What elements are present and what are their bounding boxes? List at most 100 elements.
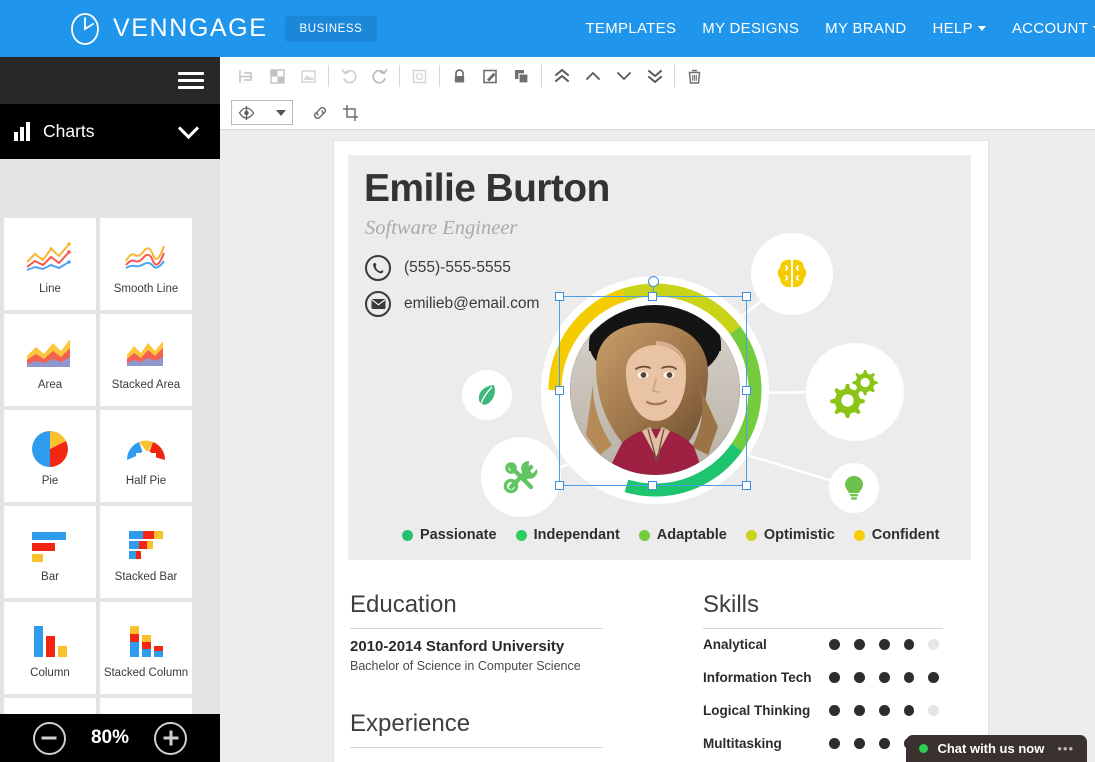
- sidebar-section-charts[interactable]: Charts: [0, 104, 220, 159]
- smooth-line-chart-icon: [122, 233, 170, 281]
- trait-confident[interactable]: Confident: [853, 527, 939, 543]
- pie-chart-icon: [30, 425, 70, 473]
- align-icon[interactable]: [231, 61, 262, 91]
- resume-job-title[interactable]: Software Engineer: [365, 217, 517, 240]
- education-entry-subtitle[interactable]: Bachelor of Science in Computer Science: [350, 659, 581, 673]
- envelope-circle-icon: [365, 291, 391, 317]
- chart-card-label: Stacked Column: [103, 667, 189, 679]
- node-brain[interactable]: [751, 233, 833, 315]
- bring-to-front-icon[interactable]: [546, 61, 577, 91]
- node-leaf[interactable]: [462, 370, 512, 420]
- education-heading[interactable]: Education: [350, 591, 457, 619]
- skill-dot: [854, 705, 865, 716]
- crop-icon[interactable]: [335, 98, 366, 128]
- nav-link-account[interactable]: ACCOUNT: [1012, 20, 1095, 37]
- ellipsis-icon[interactable]: •••: [1057, 741, 1074, 756]
- chart-card-pie[interactable]: Pie: [4, 410, 96, 502]
- skills-heading[interactable]: Skills: [703, 591, 759, 619]
- chart-card-label: Column: [30, 667, 70, 679]
- chart-card-smooth-line[interactable]: Smooth Line: [100, 218, 192, 310]
- skill-dot: [829, 639, 841, 650]
- phone-circle-icon: [365, 255, 391, 281]
- visibility-dropdown[interactable]: [231, 100, 293, 125]
- resize-handle-nw[interactable]: [555, 292, 564, 301]
- resize-handle-s[interactable]: [648, 481, 657, 490]
- chart-card-bar[interactable]: Bar: [4, 506, 96, 598]
- chart-type-grid: Line Smooth Line Area Stacked Area Pie H…: [0, 214, 220, 762]
- trash-icon[interactable]: [679, 61, 710, 91]
- chart-card-column[interactable]: Column: [4, 602, 96, 694]
- chat-widget[interactable]: Chat with us now •••: [906, 735, 1087, 762]
- rotate-handle[interactable]: [647, 276, 659, 287]
- chart-card-stacked-area[interactable]: Stacked Area: [100, 314, 192, 406]
- zoom-out-icon[interactable]: [32, 721, 66, 755]
- zoom-in-icon[interactable]: [154, 721, 188, 755]
- lock-icon[interactable]: [444, 61, 475, 91]
- skill-dot: [928, 705, 939, 716]
- skill-dot: [878, 738, 890, 749]
- trait-passionate[interactable]: Passionate: [402, 527, 497, 543]
- resize-handle-w[interactable]: [555, 386, 564, 395]
- skill-dot: [829, 738, 841, 749]
- experience-heading[interactable]: Experience: [350, 710, 470, 738]
- trait-optimistic[interactable]: Optimistic: [745, 527, 835, 543]
- edit-icon[interactable]: [475, 61, 506, 91]
- venngage-logo[interactable]: VENNGAGE: [68, 12, 268, 46]
- chart-card-half-pie[interactable]: Half Pie: [100, 410, 192, 502]
- design-workspace[interactable]: Emilie Burton Software Engineer (555)-55…: [220, 130, 1095, 762]
- contact-phone[interactable]: (555)-555-5555: [365, 255, 511, 281]
- undo-icon[interactable]: [333, 61, 364, 91]
- chevron-down-icon[interactable]: [177, 117, 200, 140]
- skill-row-analytical[interactable]: Analytical: [703, 628, 953, 661]
- skill-dot: [854, 738, 865, 749]
- node-lightbulb[interactable]: [829, 463, 879, 513]
- image-icon[interactable]: [293, 61, 324, 91]
- replace-image-icon[interactable]: [404, 61, 435, 91]
- link-icon[interactable]: [304, 98, 335, 128]
- node-tools[interactable]: [481, 437, 561, 517]
- left-sidebar: Charts Line Smooth Line Area Stacked Are…: [0, 57, 220, 762]
- redo-icon[interactable]: [364, 61, 395, 91]
- trait-dot: [402, 529, 413, 541]
- trait-independant[interactable]: Independant: [515, 527, 620, 543]
- resume-header-panel: Emilie Burton Software Engineer (555)-55…: [348, 155, 971, 560]
- send-to-back-icon[interactable]: [639, 61, 670, 91]
- resize-handle-sw[interactable]: [555, 481, 564, 490]
- skill-row-information-tech[interactable]: Information Tech: [703, 661, 953, 694]
- skill-dot: [829, 672, 841, 683]
- chart-card-label: Stacked Bar: [114, 571, 178, 583]
- nav-link-my-designs[interactable]: MY DESIGNS: [702, 20, 799, 37]
- bar-chart-icon: [14, 122, 30, 141]
- skill-dot: [829, 705, 841, 716]
- business-badge[interactable]: BUSINESS: [284, 15, 378, 42]
- contact-email[interactable]: emilieb@email.com: [365, 291, 539, 317]
- brain-icon: [777, 259, 807, 288]
- chart-card-stacked-bar[interactable]: Stacked Bar: [100, 506, 192, 598]
- skill-row-logical-thinking[interactable]: Logical Thinking: [703, 694, 953, 727]
- node-gears[interactable]: [806, 343, 904, 441]
- design-canvas[interactable]: Emilie Burton Software Engineer (555)-55…: [334, 141, 988, 762]
- chart-card-stacked-column[interactable]: Stacked Column: [100, 602, 192, 694]
- chart-card-line[interactable]: Line: [4, 218, 96, 310]
- send-backward-icon[interactable]: [608, 61, 639, 91]
- nav-link-help[interactable]: HELP: [932, 20, 986, 37]
- resize-handle-ne[interactable]: [742, 292, 751, 301]
- selection-box[interactable]: [555, 276, 751, 490]
- nav-link-templates[interactable]: TEMPLATES: [585, 20, 676, 37]
- education-entry-title[interactable]: 2010-2014 Stanford University: [350, 638, 564, 655]
- resume-name[interactable]: Emilie Burton: [364, 167, 610, 211]
- line-chart-icon: [23, 233, 77, 281]
- hamburger-icon[interactable]: [178, 68, 204, 93]
- crop-fill-icon[interactable]: [262, 61, 293, 91]
- resize-handle-n[interactable]: [648, 292, 657, 301]
- trait-adaptable[interactable]: Adaptable: [638, 527, 727, 543]
- bring-forward-icon[interactable]: [577, 61, 608, 91]
- stacked-area-chart-icon: [122, 329, 170, 377]
- chart-card-area[interactable]: Area: [4, 314, 96, 406]
- duplicate-icon[interactable]: [506, 61, 537, 91]
- resize-handle-e[interactable]: [742, 386, 751, 395]
- sidebar-header: [0, 57, 220, 104]
- area-chart-icon: [23, 329, 77, 377]
- resize-handle-se[interactable]: [742, 481, 751, 490]
- nav-link-my-brand[interactable]: MY BRAND: [825, 20, 906, 37]
